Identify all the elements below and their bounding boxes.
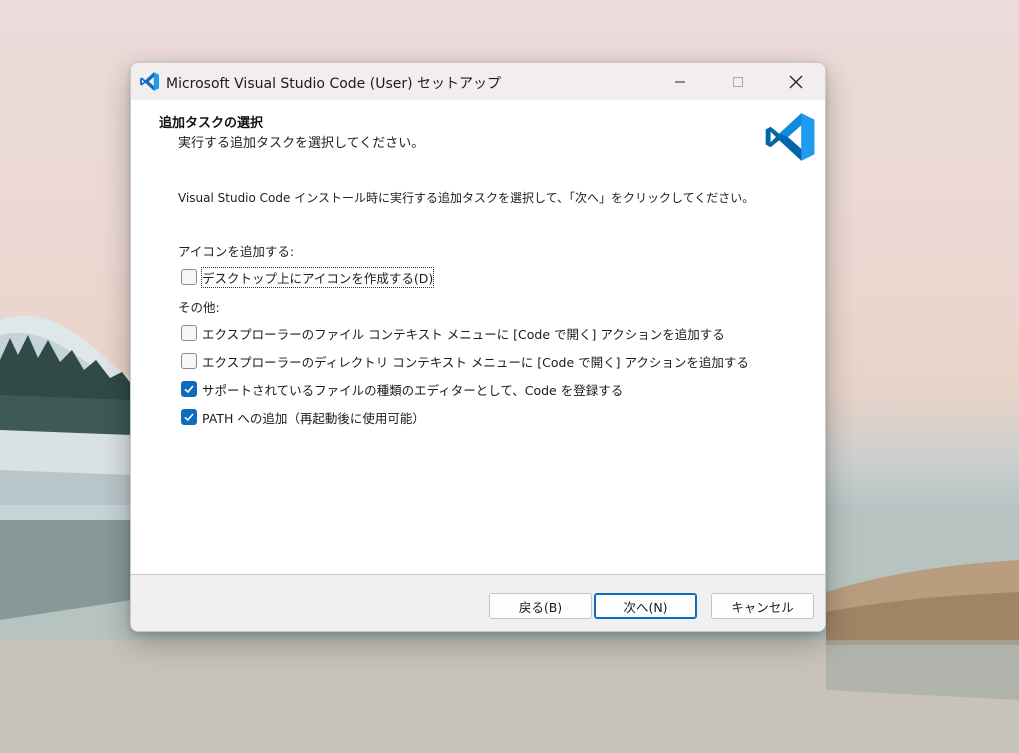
checkbox-unchecked[interactable] xyxy=(181,269,197,285)
next-button[interactable]: 次へ(N) xyxy=(594,593,697,619)
window-title: Microsoft Visual Studio Code (User) セットア… xyxy=(166,76,502,92)
vscode-logo-icon xyxy=(765,113,815,161)
checkbox-unchecked[interactable] xyxy=(181,325,197,341)
page-title: 追加タスクの選択 xyxy=(159,116,264,131)
checkbox-label[interactable]: エクスプローラーのディレクトリ コンテキスト メニューに [Code で開く] … xyxy=(202,352,749,371)
wizard-footer: 戻る(B) 次へ(N) キャンセル xyxy=(131,574,825,631)
group-label-icons: アイコンを追加する: xyxy=(178,244,295,259)
minimize-button[interactable] xyxy=(657,63,703,100)
wizard-header: 追加タスクの選択 実行する追加タスクを選択してください。 xyxy=(131,100,825,172)
instructions-text: Visual Studio Code インストール時に実行する追加タスクを選択し… xyxy=(178,191,755,205)
minimize-icon xyxy=(675,81,685,82)
group-label-other: その他: xyxy=(178,300,220,315)
checkbox-label[interactable]: PATH への追加（再起動後に使用可能） xyxy=(202,408,425,427)
checkbox-checked[interactable] xyxy=(181,409,197,425)
maximize-button xyxy=(715,63,761,100)
cancel-button[interactable]: キャンセル xyxy=(711,593,814,619)
close-button[interactable] xyxy=(773,63,819,100)
vscode-logo-icon xyxy=(140,72,159,91)
checkmark-icon xyxy=(184,413,194,422)
checkbox-checked[interactable] xyxy=(181,381,197,397)
checkbox-file-context-menu[interactable]: エクスプローラーのファイル コンテキスト メニューに [Code で開く] アク… xyxy=(181,324,725,342)
checkbox-label[interactable]: デスクトップ上にアイコンを作成する(D) xyxy=(200,266,435,288)
title-bar[interactable]: Microsoft Visual Studio Code (User) セットア… xyxy=(131,63,825,100)
checkbox-add-to-path[interactable]: PATH への追加（再起動後に使用可能） xyxy=(181,408,425,426)
checkbox-label[interactable]: エクスプローラーのファイル コンテキスト メニューに [Code で開く] アク… xyxy=(202,324,725,343)
checkbox-directory-context-menu[interactable]: エクスプローラーのディレクトリ コンテキスト メニューに [Code で開く] … xyxy=(181,352,749,370)
back-button[interactable]: 戻る(B) xyxy=(489,593,592,619)
maximize-icon xyxy=(733,76,743,87)
checkbox-register-editor[interactable]: サポートされているファイルの種類のエディターとして、Code を登録する xyxy=(181,380,623,398)
setup-dialog: Microsoft Visual Studio Code (User) セットア… xyxy=(130,62,826,632)
checkmark-icon xyxy=(184,385,194,394)
checkbox-label[interactable]: サポートされているファイルの種類のエディターとして、Code を登録する xyxy=(202,380,623,399)
close-icon xyxy=(789,75,803,88)
checkbox-desktop-icon[interactable]: デスクトップ上にアイコンを作成する(D) xyxy=(181,266,435,288)
checkbox-unchecked[interactable] xyxy=(181,353,197,369)
page-subtitle: 実行する追加タスクを選択してください。 xyxy=(178,136,425,151)
